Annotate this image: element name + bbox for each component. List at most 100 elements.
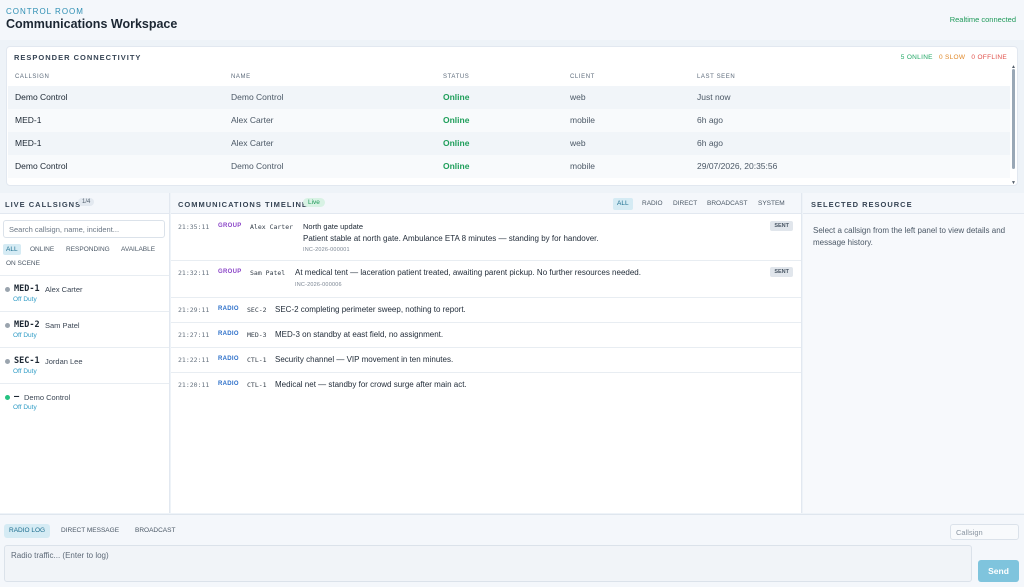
timeline-filter-tabs: ALL RADIO DIRECT BROADCAST SYSTEM bbox=[613, 198, 793, 210]
column-header-client: CLIENT bbox=[570, 74, 595, 80]
column-header-callsign: CALLSIGN bbox=[15, 74, 50, 80]
filter-available[interactable]: AVAILABLE bbox=[118, 244, 158, 255]
send-button[interactable]: Send bbox=[978, 560, 1019, 582]
entry-sender: MED-3 bbox=[247, 331, 267, 339]
selected-resource-title: SELECTED RESOURCE bbox=[811, 200, 913, 209]
timeline-entry[interactable]: 21:22:11 RADIO CTL-1 Security channel — … bbox=[171, 348, 801, 373]
timeline-entry[interactable]: 21:27:11 RADIO MED-3 MED-3 on standby at… bbox=[171, 323, 801, 348]
entry-sender: Sam Patel bbox=[250, 269, 286, 277]
entry-message: SEC-2 completing perimeter sweep, nothin… bbox=[275, 305, 466, 314]
row-name: Demo Control bbox=[231, 161, 284, 171]
connectivity-summary: 5 ONLINE 0 SLOW 0 OFFLINE bbox=[897, 54, 1007, 61]
entry-sender: CTL-1 bbox=[247, 356, 267, 364]
entry-sender: SEC-2 bbox=[247, 306, 267, 314]
entry-channel: RADIO bbox=[218, 356, 239, 362]
entry-incident-id[interactable]: INC-2026-000006 bbox=[295, 282, 342, 288]
tab-all[interactable]: ALL bbox=[613, 198, 633, 210]
entry-channel: GROUP bbox=[218, 223, 242, 229]
presence-dot-icon bbox=[5, 287, 10, 292]
callsign-code: MED-2 bbox=[14, 320, 40, 330]
timeline-title: COMMUNICATIONS TIMELINE bbox=[178, 200, 308, 209]
row-client: mobile bbox=[570, 161, 596, 171]
live-badge: Live bbox=[303, 198, 325, 207]
table-row[interactable]: MED-1 Alex Carter Online web 6h ago bbox=[8, 132, 1010, 155]
radio-traffic-input[interactable] bbox=[4, 545, 972, 582]
row-last-seen: 29/07/2026, 20:35:56 bbox=[697, 161, 778, 171]
row-name: Alex Carter bbox=[231, 115, 274, 125]
entry-time: 21:32:11 bbox=[178, 269, 210, 277]
row-last-seen: 6h ago bbox=[697, 115, 723, 125]
row-client: web bbox=[570, 138, 586, 148]
tab-broadcast[interactable]: BROADCAST bbox=[703, 198, 751, 210]
entry-time: 21:29:11 bbox=[178, 306, 210, 314]
entry-message: At medical tent — laceration patient tre… bbox=[295, 268, 641, 277]
callsign-count-badge: 1/4 bbox=[78, 198, 95, 206]
entry-channel: RADIO bbox=[218, 331, 239, 337]
row-callsign: MED-1 bbox=[15, 138, 42, 148]
row-client: mobile bbox=[570, 115, 596, 125]
communications-timeline-panel: COMMUNICATIONS TIMELINE Live ALL RADIO D… bbox=[171, 193, 802, 513]
scroll-down-arrow-icon[interactable]: ▼ bbox=[1011, 180, 1016, 185]
filter-on-scene[interactable]: ON SCENE bbox=[3, 258, 43, 269]
filter-all[interactable]: ALL bbox=[3, 244, 21, 255]
callsign-search-input[interactable] bbox=[3, 220, 165, 238]
table-row[interactable]: Demo Control Demo Control Online web Jus… bbox=[8, 86, 1010, 109]
tab-broadcast-compose[interactable]: BROADCAST bbox=[130, 524, 180, 538]
entry-time: 21:20:11 bbox=[178, 381, 210, 389]
callsign-item-sec-1[interactable]: SEC-1 Jordan Lee Off Duty bbox=[0, 347, 169, 383]
callsign-duty-status: Off Duty bbox=[13, 368, 37, 375]
entry-channel: GROUP bbox=[218, 269, 242, 275]
tab-radio[interactable]: RADIO bbox=[638, 198, 667, 210]
callsign-duty-status: Off Duty bbox=[13, 404, 37, 411]
connectivity-title: RESPONDER CONNECTIVITY bbox=[14, 53, 142, 62]
table-row[interactable]: MED-1 Alex Carter Online mobile 6h ago bbox=[8, 109, 1010, 132]
entry-subject: North gate update bbox=[303, 222, 364, 231]
timeline-entry[interactable]: 21:32:11 GROUP Sam Patel At medical tent… bbox=[171, 261, 801, 298]
entry-message: Medical net — standby for crowd surge af… bbox=[275, 380, 467, 389]
page-title: Communications Workspace bbox=[6, 17, 178, 31]
live-callsigns-panel: LIVE CALLSIGNS 1/4 ALL ONLINE RESPONDING… bbox=[0, 193, 170, 513]
offline-count: 0 OFFLINE bbox=[971, 54, 1007, 61]
message-composer: RADIO LOG DIRECT MESSAGE BROADCAST Send bbox=[0, 514, 1024, 587]
row-last-seen: 6h ago bbox=[697, 138, 723, 148]
selected-resource-panel: SELECTED RESOURCE Select a callsign from… bbox=[803, 193, 1024, 513]
column-header-last-seen: LAST SEEN bbox=[697, 74, 736, 80]
callsign-item-demo-control[interactable]: — Demo Control Off Duty bbox=[0, 383, 169, 419]
timeline-list: 21:35:11 GROUP Alex Carter North gate up… bbox=[171, 215, 801, 398]
entry-incident-id[interactable]: INC-2026-000001 bbox=[303, 247, 350, 253]
slow-count: 0 SLOW bbox=[938, 54, 966, 61]
filter-responding[interactable]: RESPONDING bbox=[63, 244, 113, 255]
callsign-item-med-1[interactable]: MED-1 Alex Carter Off Duty bbox=[0, 275, 169, 311]
tab-radio-log[interactable]: RADIO LOG bbox=[4, 524, 51, 538]
connectivity-scrollbar[interactable] bbox=[1012, 69, 1015, 169]
row-status: Online bbox=[443, 161, 470, 171]
row-status: Online bbox=[443, 115, 470, 125]
callsign-code: — bbox=[14, 392, 20, 402]
row-callsign: Demo Control bbox=[15, 161, 68, 171]
callsign-code: SEC-1 bbox=[14, 356, 40, 366]
table-row[interactable]: Demo Control Demo Control Online mobile … bbox=[8, 155, 1010, 178]
callsign-item-med-2[interactable]: MED-2 Sam Patel Off Duty bbox=[0, 311, 169, 347]
live-callsigns-header: LIVE CALLSIGNS 1/4 bbox=[0, 193, 169, 214]
tab-direct[interactable]: DIRECT bbox=[669, 198, 701, 210]
presence-dot-icon bbox=[5, 323, 10, 328]
callsign-field[interactable] bbox=[950, 524, 1019, 540]
timeline-entry[interactable]: 21:29:11 RADIO SEC-2 SEC-2 completing pe… bbox=[171, 298, 801, 323]
page-header: CONTROL ROOM Communications Workspace Re… bbox=[0, 0, 1024, 40]
callsign-list: MED-1 Alex Carter Off Duty MED-2 Sam Pat… bbox=[0, 275, 169, 419]
entry-sender: Alex Carter bbox=[250, 223, 294, 231]
entry-message: MED-3 on standby at east field, no assig… bbox=[275, 330, 444, 339]
row-client: web bbox=[570, 92, 586, 102]
column-header-status: STATUS bbox=[443, 74, 470, 80]
timeline-entry[interactable]: 21:20:11 RADIO CTL-1 Medical net — stand… bbox=[171, 373, 801, 398]
tab-system[interactable]: SYSTEM bbox=[754, 198, 789, 210]
selected-resource-header: SELECTED RESOURCE bbox=[803, 193, 1024, 214]
filter-online[interactable]: ONLINE bbox=[27, 244, 57, 255]
timeline-entry[interactable]: 21:35:11 GROUP Alex Carter North gate up… bbox=[171, 215, 801, 261]
entry-message: Patient stable at north gate. Ambulance … bbox=[303, 234, 599, 243]
tab-direct-message[interactable]: DIRECT MESSAGE bbox=[56, 524, 124, 538]
realtime-status: Realtime connected bbox=[949, 15, 1016, 24]
connectivity-table: CALLSIGN NAME STATUS CLIENT LAST SEEN De… bbox=[8, 68, 1010, 178]
responder-connectivity-panel: RESPONDER CONNECTIVITY 5 ONLINE 0 SLOW 0… bbox=[6, 46, 1018, 186]
connectivity-rows: Demo Control Demo Control Online web Jus… bbox=[8, 86, 1010, 178]
